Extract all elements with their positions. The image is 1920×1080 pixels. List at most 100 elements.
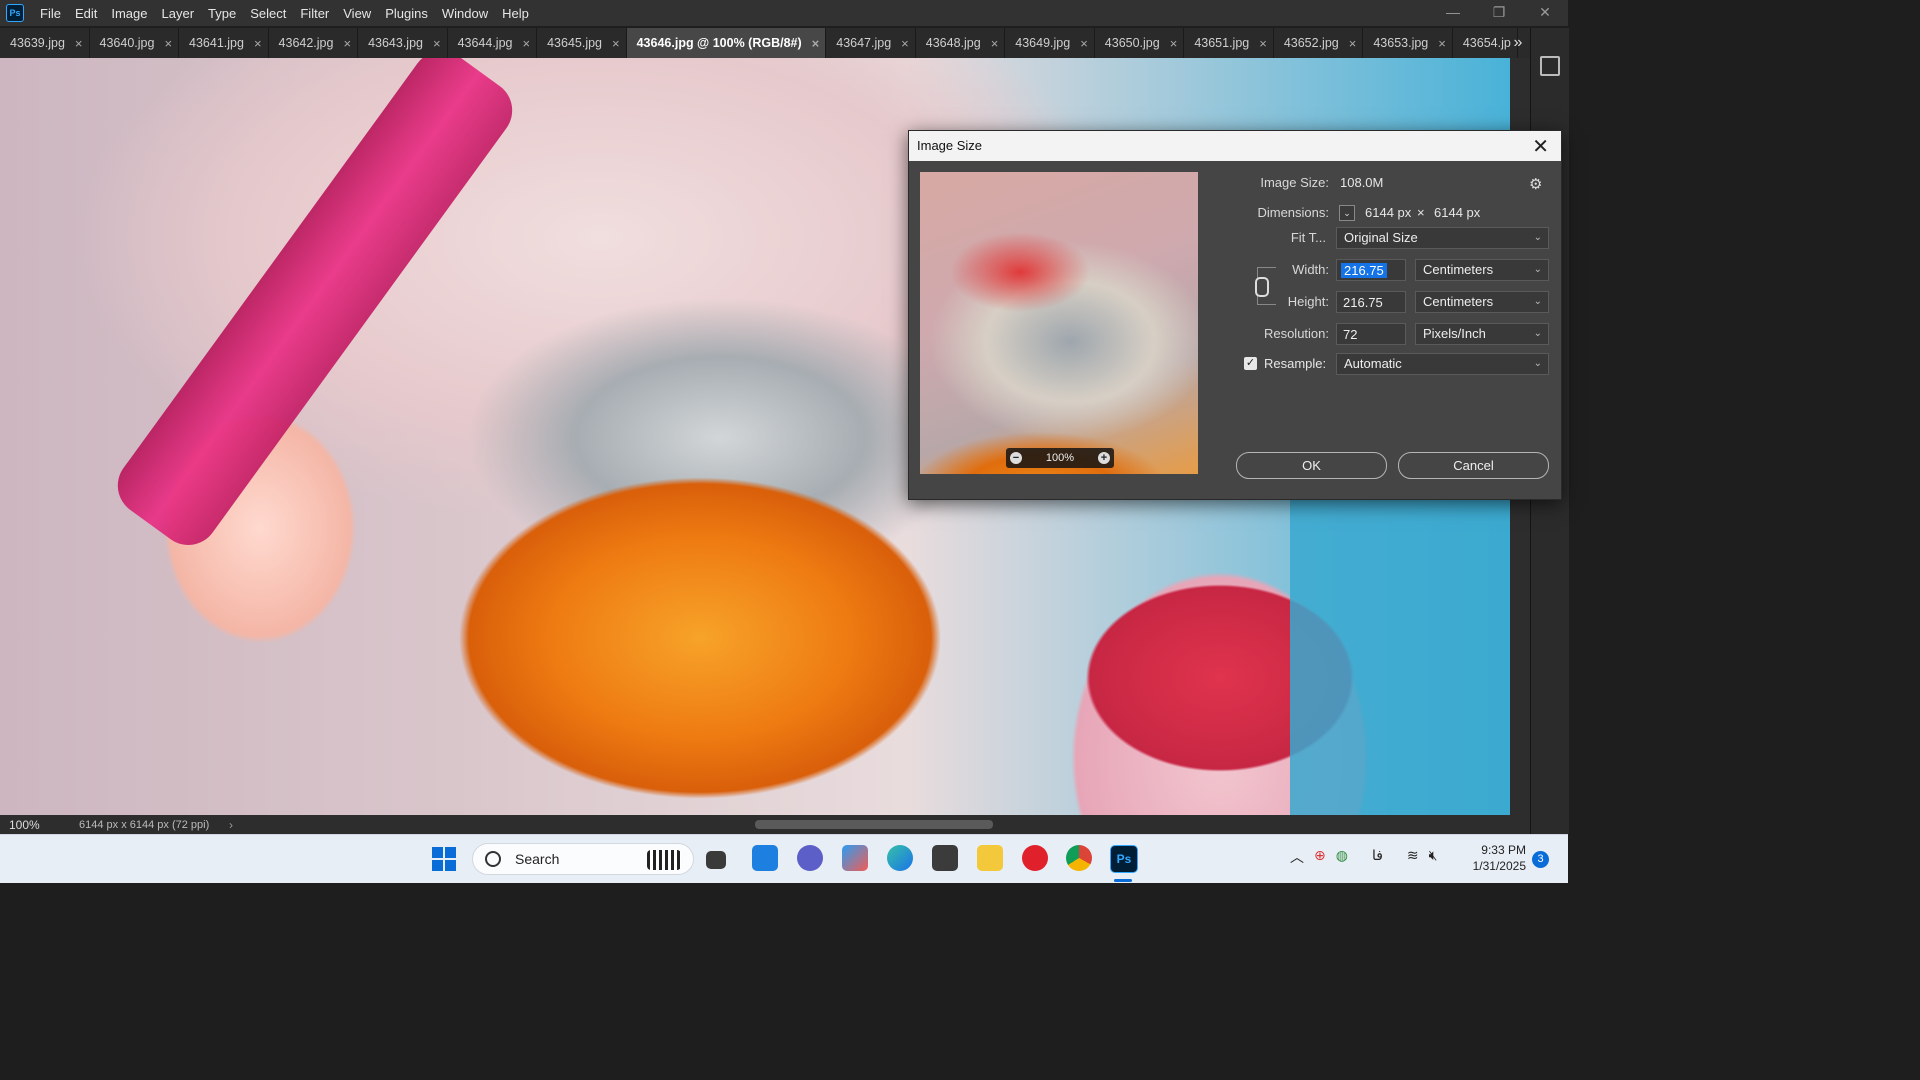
zoom-in-icon[interactable]: +	[1097, 452, 1110, 464]
tab-close-icon[interactable]: ×	[433, 36, 441, 51]
volume-muted-icon[interactable]: 🔇︎	[1429, 847, 1438, 867]
chrome-browser-icon[interactable]	[1066, 845, 1092, 871]
task-view-icon[interactable]	[706, 851, 726, 869]
tab-close-icon[interactable]: ×	[1170, 36, 1178, 51]
document-tab[interactable]: 43646.jpg @ 100% (RGB/8#) ×	[626, 28, 827, 58]
tray-overflow-chevron-icon[interactable]: ︿	[1290, 847, 1304, 867]
dimensions-toggle-chevron-icon[interactable]: ⌄	[1339, 205, 1355, 221]
windows-start-icon[interactable]	[432, 847, 456, 871]
dialog-close-icon[interactable]: ✕	[1532, 134, 1549, 159]
chevron-down-icon: ⌄	[1533, 296, 1542, 307]
document-tab[interactable]: 43639.jpg ×	[0, 28, 90, 58]
active-app-indicator	[1114, 879, 1132, 882]
tab-close-icon[interactable]: ×	[254, 36, 262, 51]
document-tab[interactable]: 43645.jpg ×	[537, 28, 627, 58]
document-tab[interactable]: 43643.jpg ×	[358, 28, 448, 58]
document-tab[interactable]: 43649.jpg ×	[1005, 28, 1095, 58]
teams-chat-icon[interactable]	[797, 845, 823, 871]
document-tab[interactable]: 43652.jpg ×	[1274, 28, 1364, 58]
menu-image[interactable]: Image	[105, 6, 155, 21]
tab-close-icon[interactable]: ×	[1438, 36, 1446, 51]
document-tab-bar: 43639.jpg × 43640.jpg × 43641.jpg × 43642.jpg ×…	[0, 28, 1530, 58]
tab-close-icon[interactable]: ×	[1259, 36, 1267, 51]
language-indicator[interactable]: فا	[1372, 847, 1383, 867]
menu-plugins[interactable]: Plugins	[379, 6, 436, 21]
height-unit-dropdown[interactable]: Centimeters ⌄	[1415, 291, 1549, 313]
document-tab[interactable]: 43647.jpg ×	[826, 28, 916, 58]
cancel-button[interactable]: Cancel	[1398, 452, 1549, 479]
file-explorer-icon[interactable]	[977, 845, 1003, 871]
document-tab[interactable]: 43640.jpg ×	[90, 28, 180, 58]
tray-globe-icon[interactable]: ◍	[1336, 847, 1348, 867]
wifi-icon[interactable]: ≋	[1407, 847, 1419, 867]
resample-dropdown[interactable]: Automatic ⌄	[1336, 353, 1549, 375]
document-tab[interactable]: 43642.jpg ×	[269, 28, 359, 58]
tab-close-icon[interactable]: ×	[1349, 36, 1357, 51]
taskbar-clock[interactable]: 9:33 PM 1/31/2025	[1460, 842, 1526, 874]
search-icon	[485, 851, 501, 867]
zoom-out-icon[interactable]: −	[1010, 452, 1022, 464]
horizontal-scrollbar-thumb[interactable]	[755, 820, 993, 829]
menu-edit[interactable]: Edit	[69, 6, 105, 21]
zoom-level[interactable]: 100%	[9, 818, 79, 832]
image-size-value: 108.0M	[1340, 175, 1384, 190]
status-menu-arrow-icon[interactable]: ›	[229, 818, 233, 832]
tab-overflow-chevron-icon[interactable]: »	[1508, 28, 1528, 58]
gear-icon[interactable]: ⚙	[1529, 175, 1542, 193]
edge-browser-icon[interactable]	[887, 845, 913, 871]
document-tab[interactable]: 43651.jpg ×	[1184, 28, 1274, 58]
photoshop-taskbar-icon[interactable]: Ps	[1110, 845, 1138, 873]
dialog-titlebar[interactable]: Image Size ✕	[909, 131, 1561, 161]
width-unit-dropdown[interactable]: Centimeters ⌄	[1415, 259, 1549, 281]
document-tab[interactable]: 43653.jpg ×	[1363, 28, 1453, 58]
tray-app-icon[interactable]: ⊕	[1314, 847, 1326, 867]
chevron-down-icon: ⌄	[1533, 358, 1542, 369]
height-input[interactable]: 216.75	[1336, 291, 1406, 313]
close-window-button[interactable]: ✕	[1522, 0, 1568, 26]
tab-close-icon[interactable]: ×	[991, 36, 999, 51]
tab-close-icon[interactable]: ×	[164, 36, 172, 51]
canvas-image-strap	[105, 58, 525, 557]
ok-button[interactable]: OK	[1236, 452, 1387, 479]
tab-close-icon[interactable]: ×	[901, 36, 909, 51]
search-label: Search	[515, 851, 560, 867]
resolution-unit-dropdown[interactable]: Pixels/Inch ⌄	[1415, 323, 1549, 345]
copilot-icon[interactable]	[842, 845, 868, 871]
menu-help[interactable]: Help	[496, 6, 537, 21]
status-bar: 100% 6144 px x 6144 px (72 ppi) ›	[0, 815, 233, 834]
menu-type[interactable]: Type	[202, 6, 244, 21]
panel-toggle-icon[interactable]	[1540, 56, 1560, 76]
tab-close-icon[interactable]: ×	[523, 36, 531, 51]
menu-view[interactable]: View	[337, 6, 379, 21]
fit-to-dropdown[interactable]: Original Size ⌄	[1336, 227, 1549, 249]
menu-filter[interactable]: Filter	[294, 6, 337, 21]
document-tab[interactable]: 43641.jpg ×	[179, 28, 269, 58]
document-tab[interactable]: 43648.jpg ×	[916, 28, 1006, 58]
menu-select[interactable]: Select	[244, 6, 294, 21]
widgets-icon[interactable]	[752, 845, 778, 871]
menu-window[interactable]: Window	[436, 6, 496, 21]
menu-file[interactable]: File	[34, 6, 69, 21]
opera-browser-icon[interactable]	[1022, 845, 1048, 871]
document-tab[interactable]: 43644.jpg ×	[448, 28, 538, 58]
store-icon[interactable]	[932, 845, 958, 871]
image-preview[interactable]: − 100% +	[920, 172, 1198, 474]
tab-close-icon[interactable]: ×	[75, 36, 83, 51]
minimize-button[interactable]: —	[1430, 0, 1476, 26]
menu-layer[interactable]: Layer	[156, 6, 203, 21]
taskbar-search-box[interactable]: Search	[472, 843, 694, 875]
resample-checkbox[interactable]: ✓	[1244, 357, 1257, 370]
restore-button[interactable]: ❐	[1476, 0, 1522, 26]
notification-badge[interactable]: 3	[1532, 851, 1549, 868]
resolution-input[interactable]: 72	[1336, 323, 1406, 345]
document-tab[interactable]: 43650.jpg ×	[1095, 28, 1185, 58]
tab-close-icon[interactable]: ×	[612, 36, 620, 51]
tab-close-icon[interactable]: ×	[812, 36, 820, 51]
document-tab-label: 43641.jpg	[189, 36, 244, 50]
width-input[interactable]: 216.75	[1336, 259, 1406, 281]
tab-close-icon[interactable]: ×	[343, 36, 351, 51]
resolution-unit-value: Pixels/Inch	[1423, 326, 1486, 341]
document-tab-label: 43645.jpg	[547, 36, 603, 50]
tab-close-icon[interactable]: ×	[1080, 36, 1088, 51]
resolution-label: Resolution:	[1263, 326, 1329, 341]
